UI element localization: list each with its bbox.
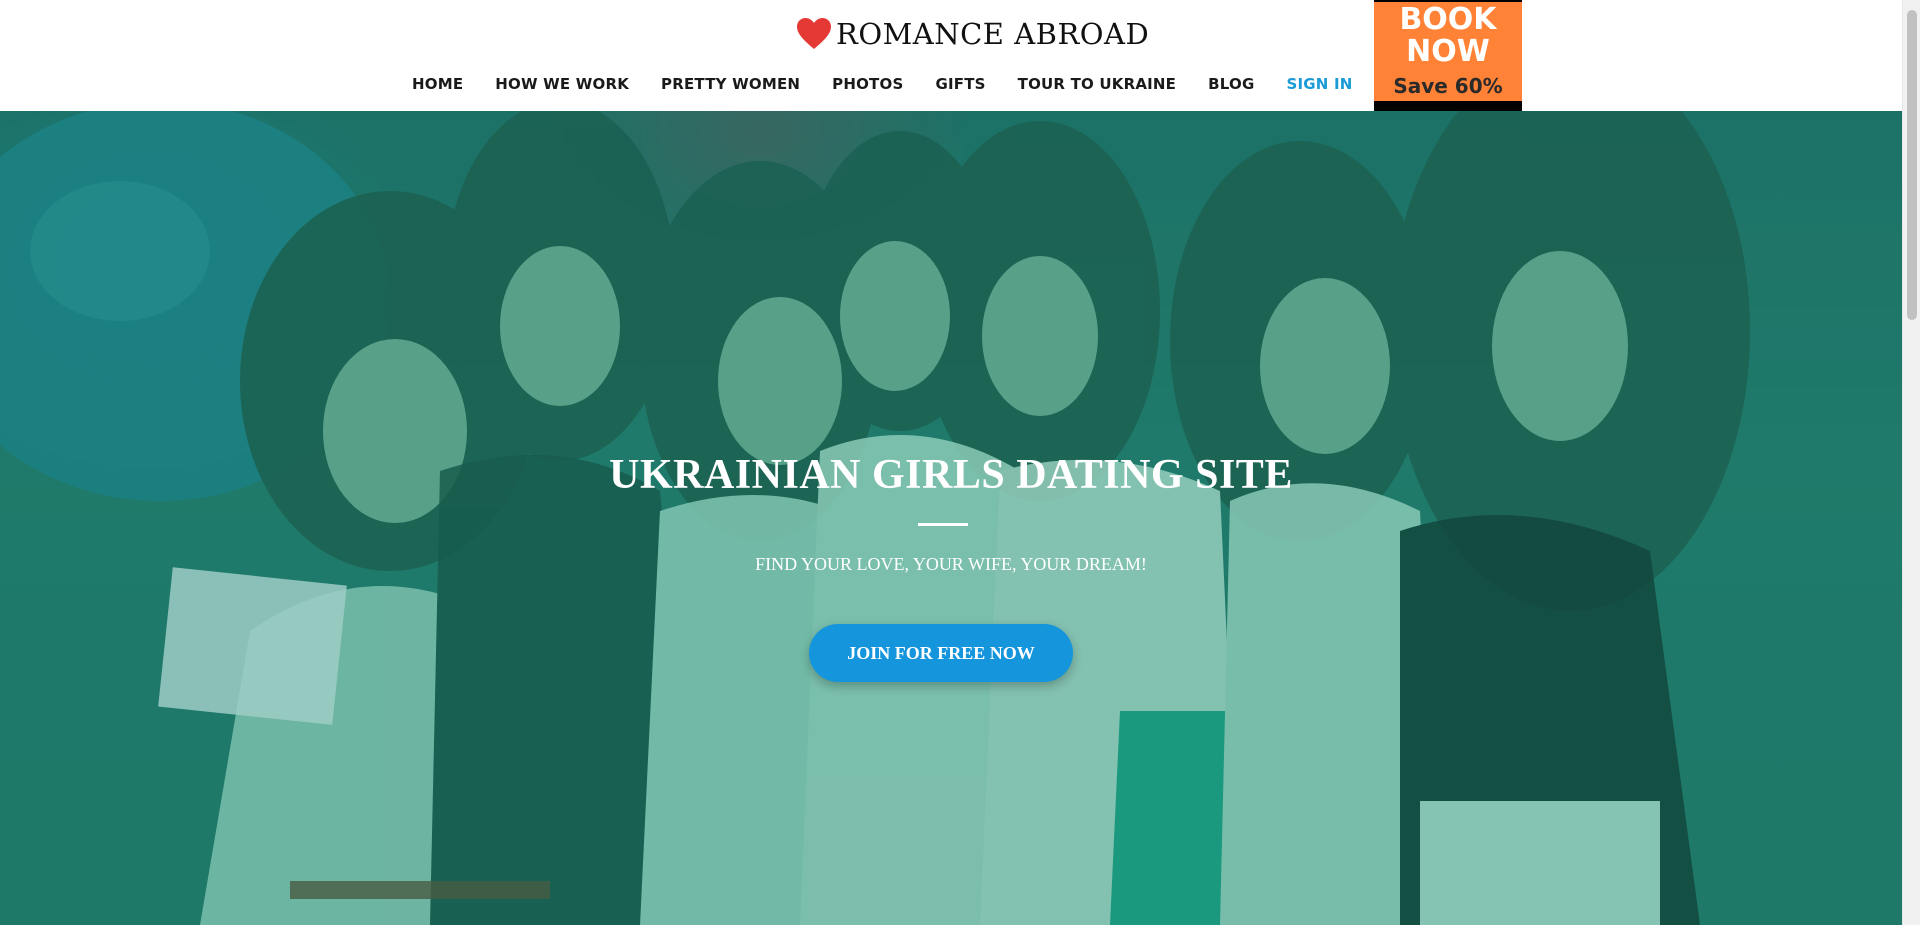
book-now-banner[interactable]: BOOK NOW Save 60% <box>1374 0 1522 111</box>
book-now-button[interactable]: BOOK NOW Save 60% <box>1374 2 1522 101</box>
main-nav: HOME HOW WE WORK PRETTY WOMEN PHOTOS GIF… <box>412 72 1352 96</box>
site-header: ROMANCE ABROAD HOME HOW WE WORK PRETTY W… <box>0 0 1902 111</box>
hero-title: UKRAINIAN GIRLS DATING SITE <box>609 452 1293 498</box>
heart-icon <box>797 18 831 49</box>
nav-tour-to-ukraine[interactable]: TOUR TO UKRAINE <box>1018 75 1177 93</box>
nav-photos[interactable]: PHOTOS <box>832 75 903 93</box>
book-now-save-text: Save 60% <box>1393 74 1503 98</box>
hero-divider <box>918 523 968 526</box>
join-for-free-button[interactable]: JOIN FOR FREE NOW <box>809 624 1073 682</box>
nav-how-we-work[interactable]: HOW WE WORK <box>495 75 629 93</box>
nav-pretty-women[interactable]: PRETTY WOMEN <box>661 75 800 93</box>
nav-blog[interactable]: BLOG <box>1208 75 1254 93</box>
hero-overlay <box>0 111 1902 925</box>
book-now-line-1: BOOK <box>1399 2 1497 37</box>
hero-subtitle: FIND YOUR LOVE, YOUR WIFE, YOUR DREAM! <box>755 554 1147 574</box>
hero-section: UKRAINIAN GIRLS DATING SITE FIND YOUR LO… <box>0 111 1902 925</box>
nav-sign-in[interactable]: SIGN IN <box>1286 75 1352 93</box>
scrollbar-thumb[interactable] <box>1907 10 1917 320</box>
book-now-line-2: NOW <box>1406 34 1490 69</box>
page-scrollbar[interactable] <box>1902 0 1920 925</box>
site-logo[interactable]: ROMANCE ABROAD <box>796 14 1149 54</box>
logo-text: ROMANCE ABROAD <box>836 17 1150 51</box>
nav-home[interactable]: HOME <box>412 75 463 93</box>
nav-gifts[interactable]: GIFTS <box>935 75 985 93</box>
